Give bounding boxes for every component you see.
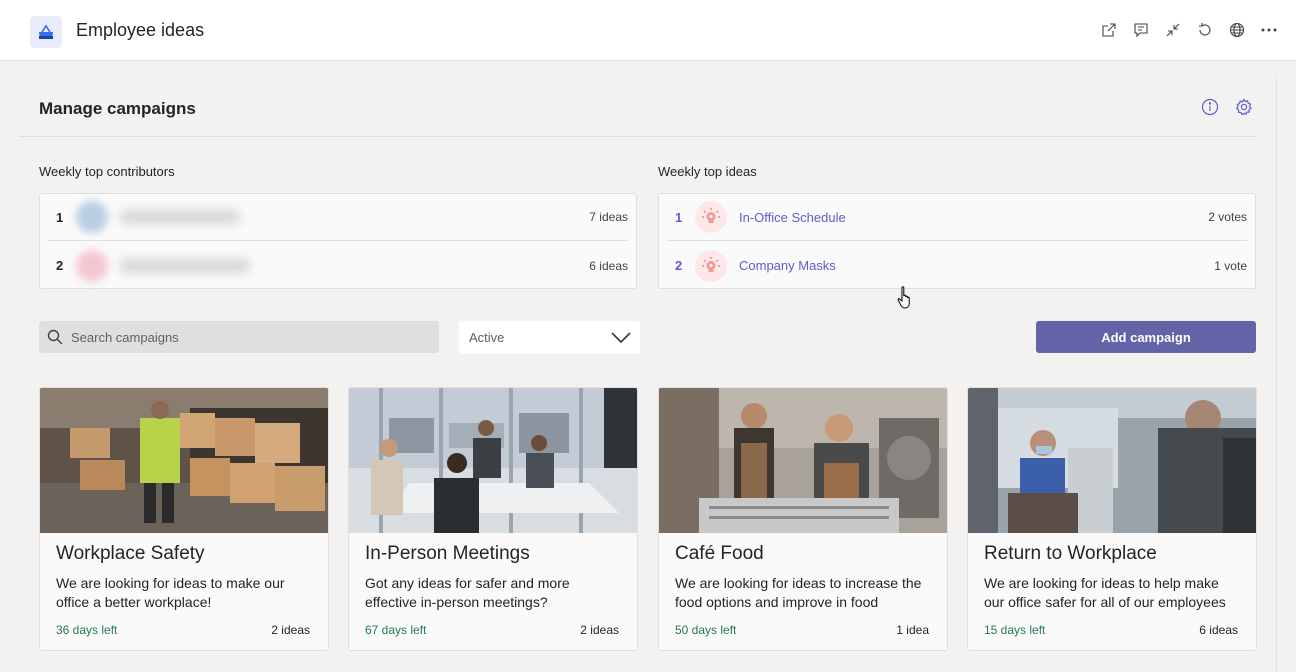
vehicle-driver-photo [968, 388, 1256, 533]
contributor-name-redacted [120, 258, 250, 273]
contributors-label: Weekly top contributors [39, 164, 175, 179]
idea-link[interactable]: Company Masks [739, 258, 836, 273]
cafe-kitchen-photo [659, 388, 947, 533]
campaign-days-left: 15 days left [984, 623, 1046, 637]
warehouse-photo [40, 388, 328, 533]
status-filter-value: Active [469, 330, 505, 345]
avatar [76, 201, 108, 233]
campaign-card[interactable]: Return to Workplace We are looking for i… [967, 387, 1257, 651]
employee-ideas-app-icon [30, 16, 62, 48]
idea-rank: 1 [675, 209, 683, 225]
popout-icon[interactable] [1100, 20, 1118, 40]
more-icon[interactable] [1260, 20, 1278, 40]
campaign-description: Got any ideas for safer and more effecti… [365, 575, 570, 610]
top-ideas-list: 1 In-Office Schedule 2 votes 2 Company M… [658, 193, 1256, 289]
campaign-title: Workplace Safety [56, 543, 205, 564]
campaign-card[interactable]: Café Food We are looking for ideas to in… [658, 387, 948, 651]
settings-gear-icon[interactable] [1234, 97, 1254, 117]
top-idea-row[interactable]: 2 Company Masks 1 vote [667, 242, 1247, 289]
contributor-name-redacted [120, 210, 240, 224]
contributor-rank: 1 [56, 209, 64, 225]
avatar [76, 249, 108, 282]
search-icon [47, 329, 63, 345]
campaign-idea-count: 6 ideas [1199, 623, 1238, 637]
scrollbar-track[interactable] [1276, 78, 1277, 672]
campaign-card[interactable]: In-Person Meetings Got any ideas for saf… [348, 387, 638, 651]
top-ideas-label: Weekly top ideas [658, 164, 757, 179]
globe-icon[interactable] [1228, 20, 1246, 40]
campaign-description: We are looking for ideas to help make ou… [984, 575, 1226, 610]
idea-rank: 2 [675, 258, 683, 273]
top-contributors-list: 1 7 ideas 2 6 ideas [39, 193, 637, 289]
idea-link[interactable]: In-Office Schedule [739, 210, 846, 225]
page-title: Manage campaigns [39, 99, 196, 118]
contributor-row[interactable]: 1 7 ideas [48, 194, 628, 241]
search-input[interactable] [71, 329, 411, 345]
campaign-days-left: 50 days left [675, 623, 737, 637]
app-title: Employee ideas [76, 20, 205, 40]
campaign-idea-count: 1 idea [896, 623, 929, 637]
collapse-icon[interactable] [1164, 20, 1182, 40]
section-divider [19, 136, 1256, 137]
campaign-card[interactable]: Workplace Safety We are looking for idea… [39, 387, 329, 651]
campaign-title: Café Food [675, 543, 764, 564]
chat-icon[interactable] [1132, 20, 1150, 40]
meeting-room-photo [349, 388, 637, 533]
campaign-description: We are looking for ideas to increase the… [675, 575, 922, 610]
contributor-idea-count: 7 ideas [589, 210, 628, 224]
campaign-idea-count: 2 ideas [271, 623, 310, 637]
campaign-title: Return to Workplace [984, 543, 1157, 564]
add-campaign-button[interactable]: Add campaign [1036, 321, 1256, 353]
contributor-rank: 2 [56, 258, 64, 273]
lightbulb-icon [695, 249, 727, 282]
top-idea-row[interactable]: 1 In-Office Schedule 2 votes [667, 194, 1247, 241]
idea-vote-count: 2 votes [1208, 210, 1247, 224]
campaign-days-left: 36 days left [56, 623, 118, 637]
campaign-description: We are looking for ideas to make our off… [56, 575, 285, 610]
chevron-down-icon [611, 331, 631, 343]
app-header: Employee ideas [0, 0, 1296, 61]
lightbulb-icon [695, 201, 727, 233]
hand-cursor-icon [897, 286, 915, 315]
refresh-icon[interactable] [1196, 20, 1214, 40]
campaign-title: In-Person Meetings [365, 543, 530, 564]
status-filter-dropdown[interactable]: Active [459, 321, 640, 354]
contributor-idea-count: 6 ideas [589, 258, 628, 273]
idea-vote-count: 1 vote [1214, 258, 1247, 273]
info-icon[interactable] [1200, 97, 1220, 117]
contributor-row[interactable]: 2 6 ideas [48, 242, 628, 289]
campaign-idea-count: 2 ideas [580, 623, 619, 637]
campaign-days-left: 67 days left [365, 623, 427, 637]
search-box[interactable] [39, 321, 439, 353]
